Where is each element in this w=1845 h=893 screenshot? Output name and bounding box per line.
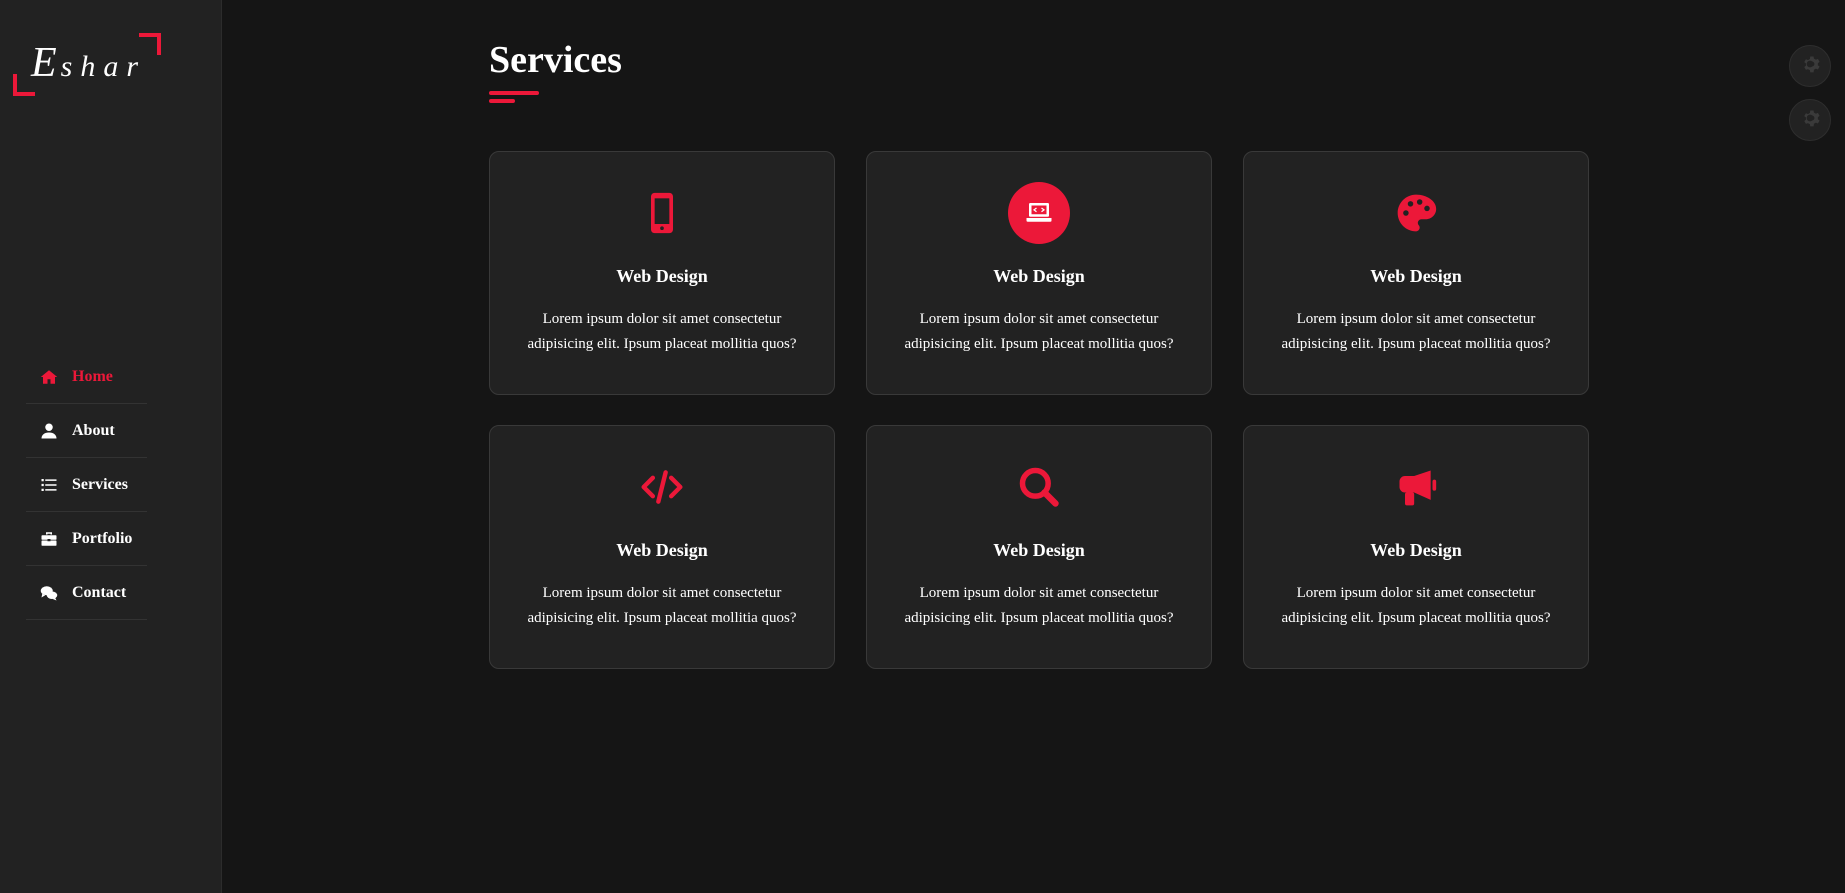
card-text: Lorem ipsum dolor sit amet consectetur a…	[904, 311, 1174, 352]
briefcase-icon	[40, 530, 58, 548]
service-card: Web Design Lorem ipsum dolor sit amet co…	[866, 151, 1212, 395]
laptop-code-icon	[1008, 182, 1070, 244]
service-card: Web Design Lorem ipsum dolor sit amet co…	[1243, 425, 1589, 669]
card-text: Lorem ipsum dolor sit amet consectetur a…	[1281, 585, 1551, 626]
card-title: Web Design	[616, 540, 708, 560]
logo-rest: shar	[60, 50, 147, 83]
card-text: Lorem ipsum dolor sit amet consectetur a…	[904, 585, 1174, 626]
card-title: Web Design	[993, 540, 1085, 560]
sidebar: Eshar Home About Services Portfolio Cont…	[0, 0, 222, 893]
card-title: Web Design	[1370, 266, 1462, 286]
nav-label-contact: Contact	[72, 583, 127, 601]
mobile-icon	[631, 182, 693, 244]
nav-item-contact[interactable]: Contact	[26, 566, 147, 620]
services-grid: Web Design Lorem ipsum dolor sit amet co…	[489, 151, 1589, 669]
gear-icon	[1800, 54, 1820, 79]
service-card: Web Design Lorem ipsum dolor sit amet co…	[866, 425, 1212, 669]
gear-icon	[1800, 108, 1820, 133]
card-title: Web Design	[1370, 540, 1462, 560]
service-card: Web Design Lorem ipsum dolor sit amet co…	[1243, 151, 1589, 395]
card-text: Lorem ipsum dolor sit amet consectetur a…	[527, 585, 797, 626]
theme-settings-button[interactable]	[1789, 99, 1831, 141]
home-icon	[40, 368, 58, 386]
logo-text: Eshar	[31, 39, 146, 87]
search-icon	[1008, 456, 1070, 518]
card-title: Web Design	[993, 266, 1085, 286]
logo-initial: E	[31, 40, 61, 86]
comments-icon	[40, 584, 58, 602]
list-icon	[40, 476, 58, 494]
palette-icon	[1385, 182, 1447, 244]
card-text: Lorem ipsum dolor sit amet consectetur a…	[1281, 311, 1551, 352]
nav-label-services: Services	[72, 475, 128, 493]
title-underline	[489, 91, 539, 103]
main-nav: Home About Services Portfolio Contact	[26, 350, 147, 620]
code-icon	[631, 456, 693, 518]
nav-item-about[interactable]: About	[26, 404, 147, 458]
style-switcher-toggle[interactable]	[1789, 45, 1831, 87]
nav-item-services[interactable]: Services	[26, 458, 147, 512]
service-card: Web Design Lorem ipsum dolor sit amet co…	[489, 151, 835, 395]
nav-label-portfolio: Portfolio	[72, 529, 133, 547]
nav-label-home: Home	[72, 367, 113, 385]
user-icon	[40, 422, 58, 440]
card-title: Web Design	[616, 266, 708, 286]
nav-label-about: About	[72, 421, 115, 439]
bullhorn-icon	[1385, 456, 1447, 518]
nav-item-portfolio[interactable]: Portfolio	[26, 512, 147, 566]
card-text: Lorem ipsum dolor sit amet consectetur a…	[527, 311, 797, 352]
nav-item-home[interactable]: Home	[26, 350, 147, 404]
page-title: Services	[489, 39, 622, 81]
logo[interactable]: Eshar	[13, 33, 161, 96]
service-card: Web Design Lorem ipsum dolor sit amet co…	[489, 425, 835, 669]
